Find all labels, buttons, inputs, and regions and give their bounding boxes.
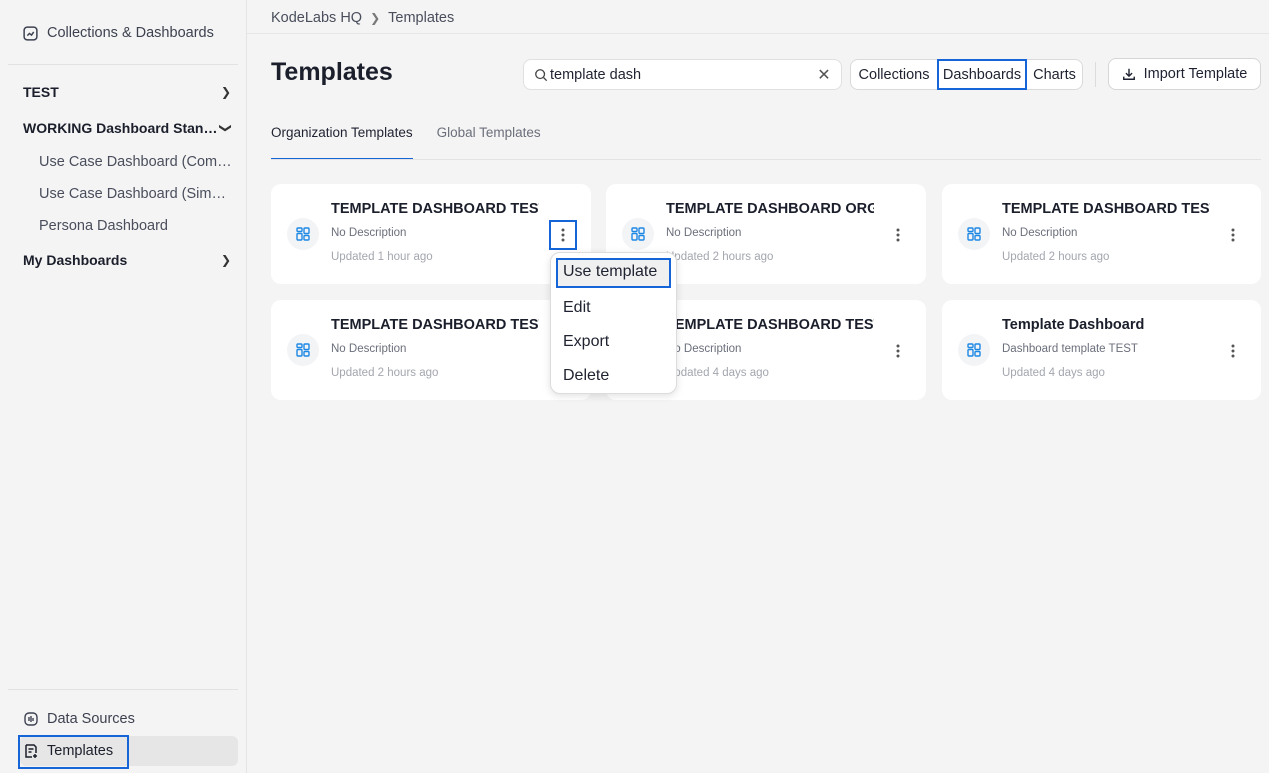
sidebar-subitem[interactable]: Persona Dashboard [39,215,234,237]
type-filter-group: Collections Dashboards Charts [850,59,1083,90]
search-input[interactable] [550,66,817,83]
menu-item-export[interactable]: Export [551,327,676,361]
page-title: Templates [271,58,393,86]
data-sources-icon [24,712,38,726]
card-updated: Updated 2 hours ago [331,367,439,379]
search-icon [535,68,548,81]
card-title: TEMPLATE DASHBOARD TEST [1002,201,1210,217]
dashboard-icon [958,218,990,250]
template-card[interactable]: TEMPLATE DASHBOARD TEST No Description U… [271,184,591,284]
group-label: My Dashboards [23,252,128,268]
dashboard-icon [287,334,319,366]
chevron-right-icon: ❯ [370,11,381,25]
sidebar-item-label: Templates [47,743,114,759]
import-template-button[interactable]: Import Template [1108,58,1261,90]
card-updated: Updated 1 hour ago [331,251,433,263]
more-vertical-icon [896,228,900,242]
card-title: TEMPLATE DASHBOARD TEST [666,317,874,333]
divider [8,64,238,65]
card-description: Dashboard template TEST [1002,343,1138,355]
more-vertical-icon [1231,344,1235,358]
tab-organization-templates[interactable]: Organization Templates [271,124,413,160]
card-updated: Updated 4 days ago [666,367,769,379]
menu-item-edit[interactable]: Edit [551,293,676,327]
card-title: TEMPLATE DASHBOARD TEST [331,201,539,217]
sidebar-subitem[interactable]: Use Case Dashboard (Com… [39,151,234,173]
chevron-right-icon: ❯ [220,253,231,267]
sidebar: Collections & Dashboards TEST ❯ WORKING … [8,0,247,773]
more-vertical-icon [1231,228,1235,242]
menu-item-delete[interactable]: Delete [551,361,676,395]
chevron-right-icon: ❯ [220,85,231,99]
card-context-menu: Use template Edit Export Delete [550,252,677,394]
chevron-down-icon: ❯ [218,122,233,134]
menu-item-use-template[interactable]: Use template [556,258,671,288]
more-vertical-icon [561,228,565,242]
filter-dashboards-button[interactable]: Dashboards [937,59,1027,90]
template-card[interactable]: Template Dashboard Dashboard template TE… [942,300,1261,400]
download-icon [1122,68,1135,80]
sidebar-item-label: Collections & Dashboards [47,25,214,41]
breadcrumb-current: Templates [388,10,455,26]
card-description: No Description [666,227,742,239]
sidebar-group-my-dashboards[interactable]: My Dashboards ❯ [23,248,231,272]
breadcrumb-link[interactable]: KodeLabs HQ [271,10,362,26]
sidebar-item-label: Data Sources [47,711,135,727]
card-updated: Updated 2 hours ago [1002,251,1110,263]
more-vertical-icon [896,344,900,358]
divider [271,159,1261,160]
card-description: No Description [666,343,742,355]
template-card[interactable]: TEMPLATE DASHBOARD TEST No Description U… [271,300,591,400]
card-updated: Updated 2 hours ago [666,251,774,263]
sidebar-item-data-sources[interactable]: Data Sources [20,704,238,734]
template-card[interactable]: TEMPLATE DASHBOARD TEST No Description U… [942,184,1261,284]
breadcrumb: KodeLabs HQ ❯ Templates [271,8,454,28]
sidebar-group-test[interactable]: TEST ❯ [23,80,231,104]
dashboard-icon [958,334,990,366]
sidebar-item-collections-dashboards[interactable]: Collections & Dashboards [22,22,214,44]
sidebar-item-templates[interactable]: Templates [20,736,238,766]
card-description: No Description [1002,227,1078,239]
card-title: Template Dashboard [1002,317,1145,333]
group-label: TEST [23,84,59,100]
dashboard-chart-icon [23,25,38,41]
search-box[interactable]: ✕ [523,59,842,90]
more-options-button[interactable] [1219,336,1247,366]
more-options-button[interactable] [884,336,912,366]
divider [247,33,1269,34]
divider [8,689,238,690]
card-title: TEMPLATE DASHBOARD ORG [666,201,874,217]
more-options-button[interactable] [549,220,577,250]
sidebar-subitem[interactable]: Use Case Dashboard (Simpl… [39,183,234,205]
filter-collections-button[interactable]: Collections [851,59,937,90]
dashboard-icon [287,218,319,250]
import-template-label: Import Template [1143,66,1248,82]
filter-charts-button[interactable]: Charts [1027,59,1082,90]
card-description: No Description [331,227,407,239]
dashboard-icon [622,218,654,250]
close-icon[interactable]: ✕ [817,65,831,85]
tab-bar: Organization Templates Global Templates [271,124,541,160]
group-label: WORKING Dashboard Stan… [23,120,218,136]
card-updated: Updated 4 days ago [1002,367,1105,379]
more-options-button[interactable] [1219,220,1247,250]
card-title: TEMPLATE DASHBOARD TEST [331,317,539,333]
tab-global-templates[interactable]: Global Templates [437,124,541,160]
divider [1095,62,1096,87]
sidebar-group-working[interactable]: WORKING Dashboard Stan… ❯ [23,116,233,140]
template-icon [25,744,37,758]
more-options-button[interactable] [884,220,912,250]
card-description: No Description [331,343,407,355]
